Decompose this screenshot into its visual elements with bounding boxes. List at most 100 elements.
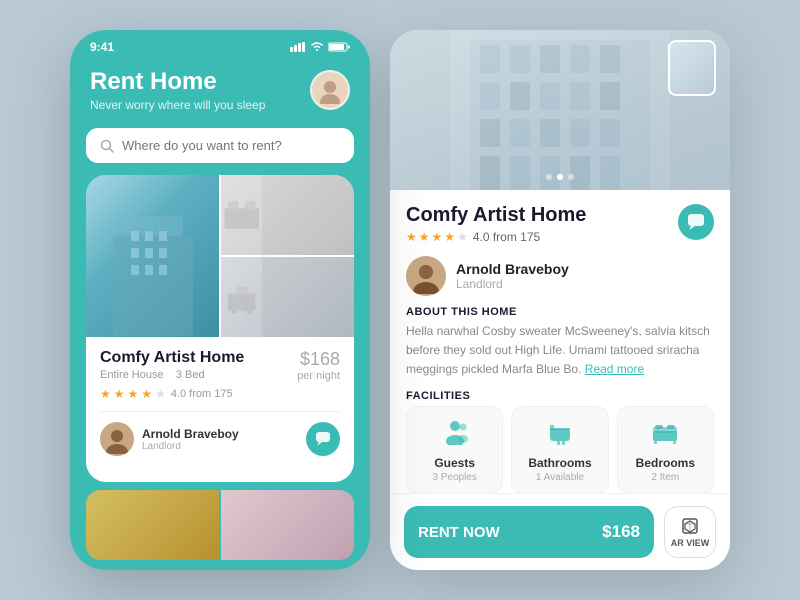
facility-bathrooms: Bathrooms 1 Available (511, 406, 608, 493)
star-5: ★ (155, 387, 166, 401)
status-icons (290, 42, 350, 52)
top-right-image (221, 175, 354, 255)
status-bar: 9:41 (70, 30, 370, 60)
facility-bedrooms: Bedrooms 2 Item (617, 406, 714, 493)
panel-rating-text: 4.0 from 175 (473, 230, 540, 244)
card-subtitle: Entire House 3 Bed (100, 369, 244, 381)
star-2: ★ (114, 387, 125, 401)
user-avatar[interactable] (310, 70, 350, 110)
card-info: Comfy Artist Home Entire House 3 Bed $16… (86, 337, 354, 468)
facility-guests: Guests 3 Peoples (406, 406, 503, 493)
guests-detail: 3 Peoples (415, 472, 494, 483)
facilities-section: FACILITIES Guests 3 Peoples (406, 390, 714, 493)
guests-name: Guests (415, 456, 494, 470)
phone-left: 9:41 (70, 30, 370, 570)
bathrooms-icon (520, 417, 599, 451)
status-time: 9:41 (90, 40, 114, 54)
panel-landlord-details: Arnold Braveboy Landlord (456, 261, 569, 291)
panel-right: Comfy Artist Home ★ ★ ★ ★ ★ 4.0 from 175 (390, 30, 730, 570)
panel-body: Comfy Artist Home ★ ★ ★ ★ ★ 4.0 from 175 (390, 190, 730, 493)
kitchen-icon (221, 185, 262, 245)
guests-icon (415, 417, 494, 451)
building-illustration (103, 176, 203, 336)
panel-title-block: Comfy Artist Home ★ ★ ★ ★ ★ 4.0 from 175 (406, 204, 586, 244)
bottom-right-image (221, 257, 354, 337)
star-4: ★ (141, 387, 152, 401)
signal-icon (290, 42, 306, 52)
panel-landlord: Arnold Braveboy Landlord (406, 256, 714, 296)
landlord-avatar-icon (102, 424, 132, 454)
rent-price: $168 (602, 522, 640, 542)
bedrooms-detail: 2 Item (626, 472, 705, 483)
landlord-avatar (100, 422, 134, 456)
dot-2 (557, 174, 563, 180)
panel-chat-icon (687, 213, 705, 231)
rent-now-button[interactable]: RENT NOW $168 (404, 506, 654, 558)
panel-star-5: ★ (457, 230, 468, 244)
about-label: ABOUT THIS HOME (406, 306, 714, 318)
panel-stars: ★ ★ ★ ★ ★ 4.0 from 175 (406, 230, 586, 244)
app-subtitle: Never worry where will you sleep (90, 98, 265, 112)
battery-icon (328, 42, 350, 52)
rating-text: 4.0 from 175 (171, 388, 233, 400)
star-1: ★ (100, 387, 111, 401)
facilities-grid: Guests 3 Peoples (406, 406, 714, 493)
phone-header: Rent Home Never worry where will you sle… (70, 60, 370, 128)
landlord-name: Arnold Braveboy (142, 427, 239, 441)
about-section: ABOUT THIS HOME Hella narwhal Cosby swea… (406, 306, 714, 380)
facilities-label: FACILITIES (406, 390, 714, 402)
dot-3 (568, 174, 574, 180)
preview-left-image (86, 490, 219, 560)
ar-label: AR VIEW (671, 538, 710, 548)
panel-chat-button[interactable] (678, 204, 714, 240)
panel-title: Comfy Artist Home (406, 204, 586, 227)
header-text: Rent Home Never worry where will you sle… (90, 68, 265, 112)
stars-row: ★ ★ ★ ★ ★ 4.0 from 175 (100, 387, 340, 401)
card-title-row: Comfy Artist Home Entire House 3 Bed $16… (100, 349, 340, 382)
bottom-preview (86, 490, 354, 560)
ar-view-button[interactable]: AR VIEW (664, 506, 716, 558)
chat-button[interactable] (306, 422, 340, 456)
about-text: Hella narwhal Cosby sweater McSweeney's,… (406, 322, 714, 380)
panel-thumbnail (668, 40, 716, 96)
panel-star-4: ★ (444, 230, 455, 244)
bathrooms-detail: 1 Available (520, 472, 599, 483)
app-container: 9:41 (50, 10, 750, 590)
panel-landlord-icon (408, 258, 444, 294)
landlord-details: Arnold Braveboy Landlord (142, 427, 239, 452)
panel-title-section: Comfy Artist Home ★ ★ ★ ★ ★ 4.0 from 175 (406, 204, 714, 244)
landlord-info: Arnold Braveboy Landlord (100, 422, 239, 456)
bathrooms-name: Bathrooms (520, 456, 599, 470)
card-title-block: Comfy Artist Home Entire House 3 Bed (100, 349, 244, 381)
hero-dots (546, 174, 574, 180)
landlord-row: Arnold Braveboy Landlord (100, 411, 340, 456)
search-icon (100, 139, 114, 153)
search-input[interactable] (122, 138, 340, 153)
panel-footer: RENT NOW $168 AR VIEW (390, 493, 730, 570)
panel-star-3: ★ (432, 230, 443, 244)
user-avatar-icon (316, 76, 344, 104)
card-price: $168 per night (297, 349, 340, 382)
panel-landlord-name: Arnold Braveboy (456, 261, 569, 277)
chat-icon (315, 431, 331, 447)
bedrooms-icon (626, 417, 705, 451)
office-icon (221, 267, 262, 327)
star-3: ★ (128, 387, 139, 401)
ar-icon (680, 516, 700, 536)
wifi-icon (310, 42, 324, 52)
search-bar[interactable] (86, 128, 354, 163)
dot-1 (546, 174, 552, 180)
read-more-link[interactable]: Read more (585, 362, 644, 376)
panel-landlord-avatar (406, 256, 446, 296)
panel-title-row: Comfy Artist Home ★ ★ ★ ★ ★ 4.0 from 175 (406, 204, 714, 244)
panel-hero (390, 30, 730, 190)
listing-card: Comfy Artist Home Entire House 3 Bed $16… (86, 175, 354, 482)
panel-landlord-role: Landlord (456, 277, 569, 291)
preview-right-image (221, 490, 354, 560)
main-image (86, 175, 219, 337)
card-title: Comfy Artist Home (100, 349, 244, 367)
rent-label: RENT NOW (418, 524, 500, 541)
panel-star-2: ★ (419, 230, 430, 244)
bedrooms-name: Bedrooms (626, 456, 705, 470)
app-title: Rent Home (90, 68, 265, 96)
